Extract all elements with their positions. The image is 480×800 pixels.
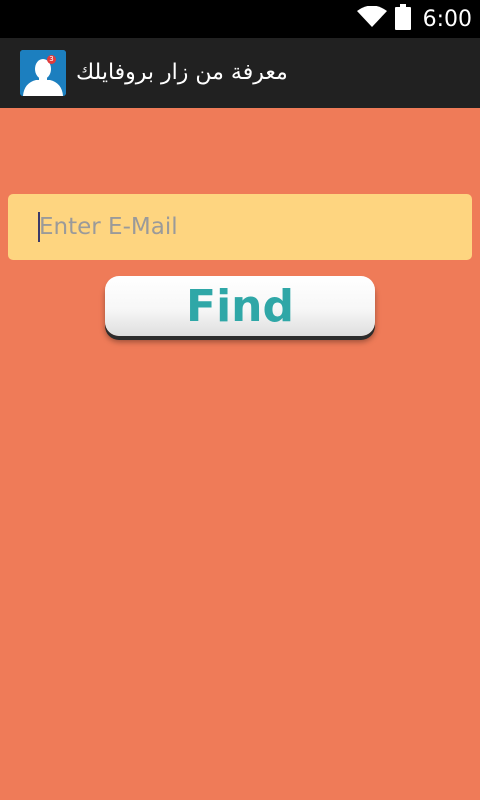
action-bar: 3 معرفة من زار بروفايلك [0, 38, 480, 108]
find-button[interactable]: Find [105, 276, 375, 336]
wifi-icon [356, 5, 387, 32]
status-icons: 6:00 [356, 0, 472, 38]
profile-visitor-icon[interactable]: 3 [20, 50, 66, 96]
status-bar: 6:00 [0, 0, 480, 38]
battery-icon [394, 4, 411, 34]
app-title: معرفة من زار بروفايلك [76, 60, 288, 85]
status-time: 6:00 [422, 6, 472, 32]
email-input[interactable] [8, 194, 472, 260]
text-cursor [38, 212, 40, 242]
notification-badge: 3 [47, 55, 56, 64]
